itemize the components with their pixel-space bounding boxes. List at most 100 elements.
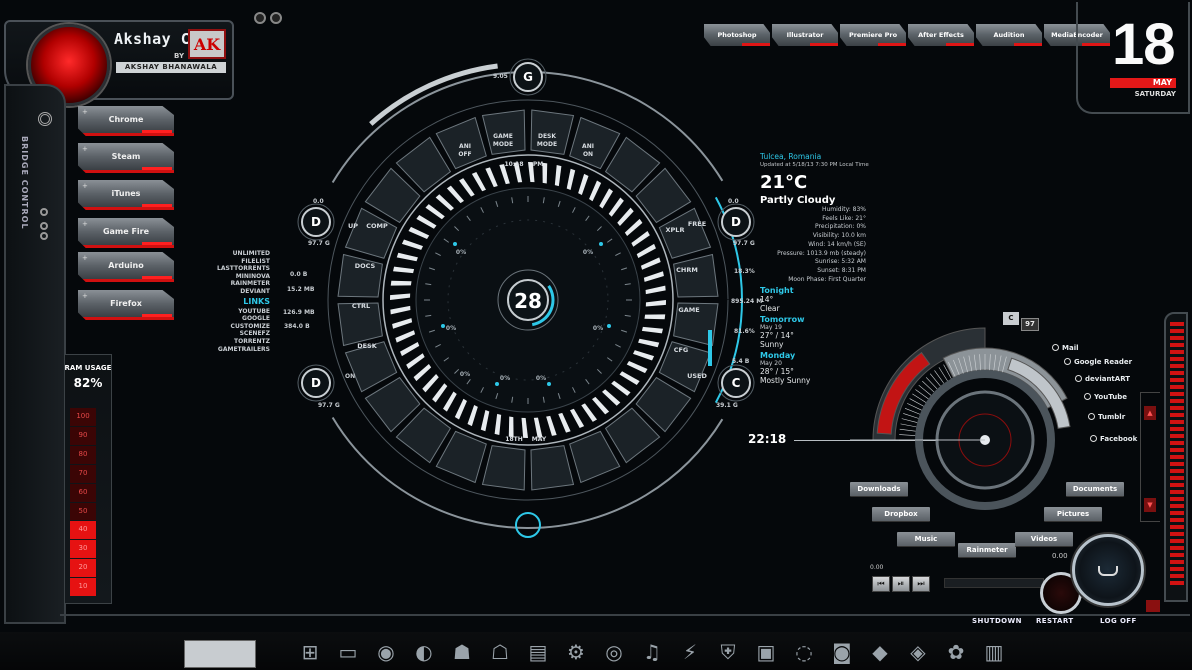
power-icon[interactable] [1146,600,1160,612]
steam-icon[interactable]: ◎ [600,638,628,666]
weather-detail: Pressure: 1013.9 mb (steady) [777,249,866,257]
folder-music[interactable]: Music [897,532,955,547]
drive-right-bottom-label: 39.1 G [716,402,738,409]
link-item[interactable]: YOUTUBE [206,308,270,316]
level-bar [1170,378,1184,382]
hud-dash [645,300,666,307]
hud-percent-label: 0% [446,325,456,332]
minimize-icon[interactable] [254,12,266,24]
gears-icon[interactable]: ⚙ [562,638,590,666]
android-icon[interactable]: ☗ [448,638,476,666]
link-item[interactable]: MININOVA [206,273,270,281]
camera-icon[interactable]: ◙ [828,638,856,666]
menu-item-after-effects[interactable]: After Effects [908,24,974,46]
menu-item-photoshop[interactable]: Photoshop [704,24,770,46]
app-link-chrome[interactable]: + Chrome [78,106,174,136]
social-deviantart[interactable]: deviantART [1075,375,1130,383]
logo-badge: AK [188,29,226,59]
palette-icon[interactable]: ✿ [942,638,970,666]
app-link-arduino[interactable]: + Arduino [78,252,174,282]
folder-documents[interactable]: Documents [1066,482,1124,497]
level-bar [1170,364,1184,368]
link-item[interactable]: LASTTORRENTS [206,265,270,273]
folder-videos[interactable]: Videos [1015,532,1073,547]
hud-dash [459,178,475,197]
link-item[interactable]: CUSTOMIZE [206,323,270,331]
folder-downloads[interactable]: Downloads [850,482,908,497]
social-youtube[interactable]: YouTube [1084,393,1127,401]
youtube-icon [1084,393,1091,400]
hud-dash [638,338,660,348]
next-track-button[interactable]: ⏭ [912,576,930,592]
link-item[interactable]: RAINMETER [206,280,270,288]
chrome-icon[interactable]: ◉ [372,638,400,666]
dial-drive-letter[interactable]: C [1003,312,1019,325]
social-facebook[interactable]: Facebook [1090,435,1137,443]
toggle-icon[interactable] [40,208,48,216]
bottom-cyan-node[interactable] [515,512,541,538]
menu-item-audition[interactable]: Audition [976,24,1042,46]
media-progress-bar[interactable] [944,578,1044,588]
ram-scale-cell: 90 [70,426,96,445]
link-item[interactable]: SCENEFZ [206,330,270,338]
scroll-down-icon[interactable]: ▼ [1144,498,1156,512]
link-item[interactable]: TORRENTZ [206,338,270,346]
shield-icon[interactable]: ⛨ [714,638,742,666]
hud-segment-button[interactable] [673,253,719,298]
notes-icon[interactable]: ▤ [524,638,552,666]
monitor-icon[interactable]: ▭ [334,638,362,666]
lightning-icon[interactable]: ⚡ [676,638,704,666]
hud-top-button-label: GAME [493,133,513,140]
app-link-game-fire[interactable]: + Game Fire [78,218,174,248]
scroll-up-icon[interactable]: ▲ [1144,406,1156,420]
firefox-icon[interactable]: ◐ [410,638,438,666]
social-google-reader[interactable]: Google Reader [1064,358,1132,366]
level-bar [1170,490,1184,494]
photoshop-icon[interactable]: ▣ [752,638,780,666]
trash-icon[interactable]: ▥ [980,638,1008,666]
date-month: MAY [1110,78,1176,88]
app-link-itunes[interactable]: + iTunes [78,180,174,210]
folder-pictures[interactable]: Pictures [1044,507,1102,522]
social-mail[interactable]: Mail [1052,344,1079,352]
social-tumblr[interactable]: Tumblr [1088,413,1125,421]
hud-percent-label: 0% [536,375,546,382]
menu-item-illustrator[interactable]: Illustrator [772,24,838,46]
hud-segment-button[interactable] [337,253,383,298]
level-bar [1170,518,1184,522]
hud-time-small: 10:18 [504,161,523,168]
windows-icon[interactable]: ⊞ [296,638,324,666]
menu-item-premiere-pro[interactable]: Premiere Pro [840,24,906,46]
android-alt-icon[interactable]: ☖ [486,638,514,666]
level-bar [1170,406,1184,410]
folder-dropbox[interactable]: Dropbox [872,507,930,522]
app-link-steam[interactable]: + Steam [78,143,174,173]
hud-dash [640,257,661,270]
level-bar [1170,504,1184,508]
weather-detail: Sunset: 8:31 PM [817,266,866,274]
hud-dash [454,398,467,420]
toggle-icon[interactable] [40,222,48,230]
toggle-icon[interactable] [40,232,48,240]
by-label: BY [174,52,185,60]
hud-segment-button[interactable] [530,445,575,491]
stealth-icon[interactable]: ◆ [866,638,894,666]
link-item[interactable]: GAMETRAILERS [206,346,270,354]
task-window-thumbnail[interactable] [184,640,256,668]
folder-rainmeter[interactable]: Rainmeter [958,543,1016,558]
link-item[interactable]: FILELIST [206,258,270,266]
hud-segment-button[interactable] [481,445,526,491]
drop-icon[interactable]: ◈ [904,638,932,666]
link-item[interactable]: DEVIANT [206,288,270,296]
app-link-firefox[interactable]: + Firefox [78,290,174,320]
hud-dash [645,285,666,295]
play-pause-button[interactable]: ⏯ [892,576,910,592]
link-item[interactable]: UNLIMITED [206,250,270,258]
hud-dash [592,396,610,415]
app-menu-bar: Photoshop Illustrator Premiere Pro After Ef… [704,24,1110,48]
itunes-icon[interactable]: ♫ [638,638,666,666]
previous-track-button[interactable]: ⏮ [872,576,890,592]
settings-icon[interactable] [270,12,282,24]
ccleaner-icon[interactable]: ◌ [790,638,818,666]
link-item[interactable]: GOOGLE [206,315,270,323]
